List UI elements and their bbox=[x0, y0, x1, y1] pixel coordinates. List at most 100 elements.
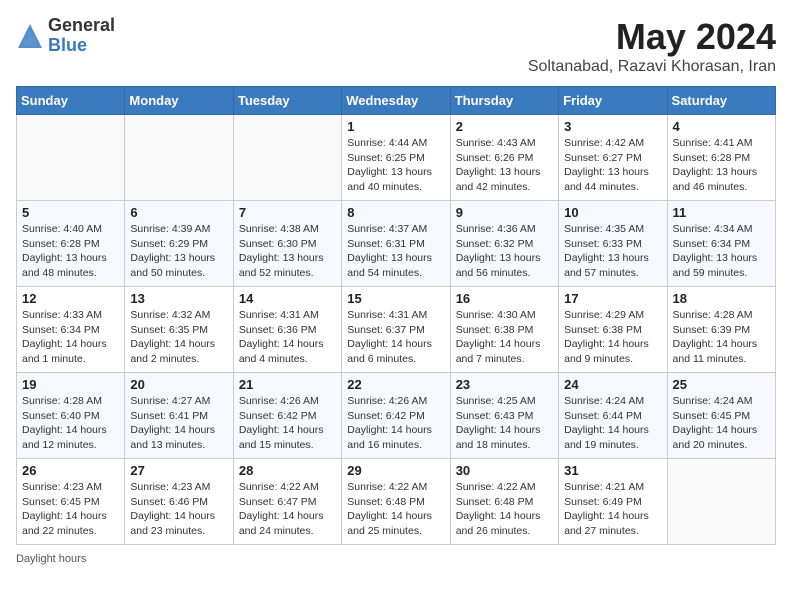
day-info: Sunrise: 4:34 AM Sunset: 6:34 PM Dayligh… bbox=[673, 222, 770, 281]
calendar-cell: 11 Sunrise: 4:34 AM Sunset: 6:34 PM Dayli… bbox=[667, 201, 775, 287]
calendar-cell bbox=[667, 459, 775, 545]
day-info: Sunrise: 4:43 AM Sunset: 6:26 PM Dayligh… bbox=[456, 136, 553, 195]
day-number: 4 bbox=[673, 119, 770, 134]
calendar-cell: 15 Sunrise: 4:31 AM Sunset: 6:37 PM Dayli… bbox=[342, 287, 450, 373]
day-info: Sunrise: 4:33 AM Sunset: 6:34 PM Dayligh… bbox=[22, 308, 119, 367]
calendar-cell: 29Sunrise: 4:22 AM Sunset: 6:48 PM Dayli… bbox=[342, 459, 450, 545]
calendar-cell: 16 Sunrise: 4:30 AM Sunset: 6:38 PM Dayli… bbox=[450, 287, 558, 373]
days-of-week-header: SundayMondayTuesdayWednesdayThursdayFrid… bbox=[17, 87, 776, 115]
day-info: Sunrise: 4:44 AM Sunset: 6:25 PM Dayligh… bbox=[347, 136, 444, 195]
day-number: 14 bbox=[239, 291, 336, 306]
day-info: Sunrise: 4:40 AM Sunset: 6:28 PM Dayligh… bbox=[22, 222, 119, 281]
calendar-cell: 2 Sunrise: 4:43 AM Sunset: 6:26 PM Daylig… bbox=[450, 115, 558, 201]
dow-header-wednesday: Wednesday bbox=[342, 87, 450, 115]
day-info: Sunrise: 4:24 AM Sunset: 6:44 PM Dayligh… bbox=[564, 394, 661, 453]
footer-note: Daylight hours bbox=[16, 553, 776, 565]
title-section: May 2024 Soltanabad, Razavi Khorasan, Ir… bbox=[528, 16, 776, 76]
day-number: 16 bbox=[456, 291, 553, 306]
day-number: 6 bbox=[130, 205, 227, 220]
day-number: 7 bbox=[239, 205, 336, 220]
day-number: 19 bbox=[22, 377, 119, 392]
calendar-cell: 10Sunrise: 4:35 AM Sunset: 6:33 PM Dayli… bbox=[559, 201, 667, 287]
calendar-cell: 8 Sunrise: 4:37 AM Sunset: 6:31 PM Daylig… bbox=[342, 201, 450, 287]
calendar-cell: 5 Sunrise: 4:40 AM Sunset: 6:28 PM Daylig… bbox=[17, 201, 125, 287]
calendar-cell: 23Sunrise: 4:25 AM Sunset: 6:43 PM Dayli… bbox=[450, 373, 558, 459]
calendar-cell: 26 Sunrise: 4:23 AM Sunset: 6:45 PM Dayli… bbox=[17, 459, 125, 545]
day-info: Sunrise: 4:22 AM Sunset: 6:47 PM Dayligh… bbox=[239, 480, 336, 539]
calendar-cell: 13 Sunrise: 4:32 AM Sunset: 6:35 PM Dayli… bbox=[125, 287, 233, 373]
day-number: 21 bbox=[239, 377, 336, 392]
dow-header-monday: Monday bbox=[125, 87, 233, 115]
month-title: May 2024 bbox=[528, 16, 776, 58]
day-number: 31 bbox=[564, 463, 661, 478]
calendar-cell: 1 Sunrise: 4:44 AM Sunset: 6:25 PM Daylig… bbox=[342, 115, 450, 201]
day-number: 13 bbox=[130, 291, 227, 306]
calendar-cell: 12 Sunrise: 4:33 AM Sunset: 6:34 PM Dayli… bbox=[17, 287, 125, 373]
calendar-week-1: 1 Sunrise: 4:44 AM Sunset: 6:25 PM Daylig… bbox=[17, 115, 776, 201]
day-number: 3 bbox=[564, 119, 661, 134]
day-info: Sunrise: 4:36 AM Sunset: 6:32 PM Dayligh… bbox=[456, 222, 553, 281]
day-info: Sunrise: 4:31 AM Sunset: 6:37 PM Dayligh… bbox=[347, 308, 444, 367]
calendar-cell: 30Sunrise: 4:22 AM Sunset: 6:48 PM Dayli… bbox=[450, 459, 558, 545]
day-info: Sunrise: 4:39 AM Sunset: 6:29 PM Dayligh… bbox=[130, 222, 227, 281]
day-info: Sunrise: 4:25 AM Sunset: 6:43 PM Dayligh… bbox=[456, 394, 553, 453]
calendar-cell bbox=[125, 115, 233, 201]
day-number: 8 bbox=[347, 205, 444, 220]
dow-header-friday: Friday bbox=[559, 87, 667, 115]
day-info: Sunrise: 4:37 AM Sunset: 6:31 PM Dayligh… bbox=[347, 222, 444, 281]
day-number: 11 bbox=[673, 205, 770, 220]
calendar-cell bbox=[17, 115, 125, 201]
day-info: Sunrise: 4:28 AM Sunset: 6:39 PM Dayligh… bbox=[673, 308, 770, 367]
calendar-cell: 27Sunrise: 4:23 AM Sunset: 6:46 PM Dayli… bbox=[125, 459, 233, 545]
dow-header-saturday: Saturday bbox=[667, 87, 775, 115]
day-info: Sunrise: 4:26 AM Sunset: 6:42 PM Dayligh… bbox=[239, 394, 336, 453]
day-number: 5 bbox=[22, 205, 119, 220]
calendar-cell: 22 Sunrise: 4:26 AM Sunset: 6:42 PM Dayli… bbox=[342, 373, 450, 459]
page-header: General Blue May 2024 Soltanabad, Razavi… bbox=[16, 16, 776, 76]
calendar-week-5: 26 Sunrise: 4:23 AM Sunset: 6:45 PM Dayli… bbox=[17, 459, 776, 545]
calendar-week-4: 19 Sunrise: 4:28 AM Sunset: 6:40 PM Dayli… bbox=[17, 373, 776, 459]
dow-header-tuesday: Tuesday bbox=[233, 87, 341, 115]
calendar-cell bbox=[233, 115, 341, 201]
calendar-week-2: 5 Sunrise: 4:40 AM Sunset: 6:28 PM Daylig… bbox=[17, 201, 776, 287]
calendar-cell: 25Sunrise: 4:24 AM Sunset: 6:45 PM Dayli… bbox=[667, 373, 775, 459]
logo-general-text: General bbox=[48, 16, 115, 36]
calendar-week-3: 12 Sunrise: 4:33 AM Sunset: 6:34 PM Dayli… bbox=[17, 287, 776, 373]
day-number: 27 bbox=[130, 463, 227, 478]
day-number: 26 bbox=[22, 463, 119, 478]
day-info: Sunrise: 4:22 AM Sunset: 6:48 PM Dayligh… bbox=[456, 480, 553, 539]
day-info: Sunrise: 4:23 AM Sunset: 6:45 PM Dayligh… bbox=[22, 480, 119, 539]
daylight-label: Daylight hours bbox=[16, 553, 86, 565]
location-title: Soltanabad, Razavi Khorasan, Iran bbox=[528, 58, 776, 76]
day-info: Sunrise: 4:21 AM Sunset: 6:49 PM Dayligh… bbox=[564, 480, 661, 539]
calendar-cell: 18Sunrise: 4:28 AM Sunset: 6:39 PM Dayli… bbox=[667, 287, 775, 373]
day-info: Sunrise: 4:28 AM Sunset: 6:40 PM Dayligh… bbox=[22, 394, 119, 453]
calendar-cell: 19 Sunrise: 4:28 AM Sunset: 6:40 PM Dayli… bbox=[17, 373, 125, 459]
day-info: Sunrise: 4:30 AM Sunset: 6:38 PM Dayligh… bbox=[456, 308, 553, 367]
calendar-cell: 14Sunrise: 4:31 AM Sunset: 6:36 PM Dayli… bbox=[233, 287, 341, 373]
day-number: 15 bbox=[347, 291, 444, 306]
day-number: 20 bbox=[130, 377, 227, 392]
day-info: Sunrise: 4:32 AM Sunset: 6:35 PM Dayligh… bbox=[130, 308, 227, 367]
calendar-cell: 17Sunrise: 4:29 AM Sunset: 6:38 PM Dayli… bbox=[559, 287, 667, 373]
day-number: 17 bbox=[564, 291, 661, 306]
day-number: 22 bbox=[347, 377, 444, 392]
calendar-cell: 20Sunrise: 4:27 AM Sunset: 6:41 PM Dayli… bbox=[125, 373, 233, 459]
day-number: 28 bbox=[239, 463, 336, 478]
day-number: 12 bbox=[22, 291, 119, 306]
calendar-body: 1 Sunrise: 4:44 AM Sunset: 6:25 PM Daylig… bbox=[17, 115, 776, 545]
day-info: Sunrise: 4:41 AM Sunset: 6:28 PM Dayligh… bbox=[673, 136, 770, 195]
logo-icon bbox=[16, 22, 44, 50]
day-number: 10 bbox=[564, 205, 661, 220]
calendar-cell: 31 Sunrise: 4:21 AM Sunset: 6:49 PM Dayli… bbox=[559, 459, 667, 545]
calendar-cell: 4 Sunrise: 4:41 AM Sunset: 6:28 PM Daylig… bbox=[667, 115, 775, 201]
day-number: 24 bbox=[564, 377, 661, 392]
logo-blue-text: Blue bbox=[48, 36, 115, 56]
calendar-table: SundayMondayTuesdayWednesdayThursdayFrid… bbox=[16, 86, 776, 545]
day-number: 25 bbox=[673, 377, 770, 392]
dow-header-thursday: Thursday bbox=[450, 87, 558, 115]
dow-header-sunday: Sunday bbox=[17, 87, 125, 115]
day-number: 2 bbox=[456, 119, 553, 134]
day-info: Sunrise: 4:26 AM Sunset: 6:42 PM Dayligh… bbox=[347, 394, 444, 453]
day-number: 1 bbox=[347, 119, 444, 134]
